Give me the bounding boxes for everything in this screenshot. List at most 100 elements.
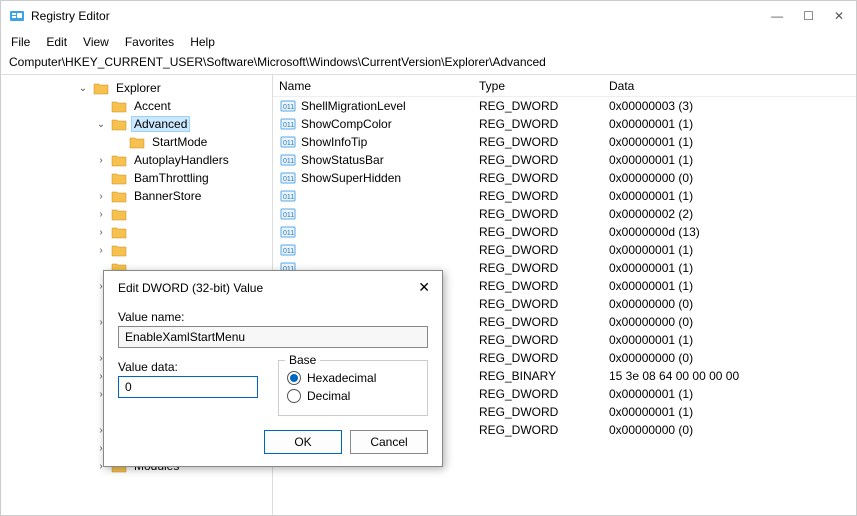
value-name-label: Value name: — [118, 310, 428, 324]
dialog-close-button[interactable]: ✕ — [418, 279, 430, 296]
cancel-button[interactable]: Cancel — [350, 430, 428, 454]
folder-icon — [111, 99, 127, 113]
minimize-button[interactable]: — — [771, 9, 783, 23]
list-row[interactable]: 011REG_DWORD0x0000000d (13) — [273, 223, 856, 241]
menu-view[interactable]: View — [83, 35, 109, 49]
col-data[interactable]: Data — [603, 79, 856, 93]
close-button[interactable]: ✕ — [834, 9, 844, 23]
menu-edit[interactable]: Edit — [46, 35, 67, 49]
expand-icon[interactable]: ⌄ — [77, 83, 89, 94]
folder-icon — [111, 153, 127, 167]
row-type: REG_DWORD — [473, 279, 603, 293]
reg-value-icon: 011 — [279, 135, 297, 149]
folder-icon — [111, 171, 127, 185]
svg-text:011: 011 — [283, 230, 294, 237]
row-data: 0x00000003 (3) — [603, 99, 856, 113]
expand-icon[interactable]: ⌄ — [95, 119, 107, 130]
radio-dec-label: Decimal — [307, 389, 350, 403]
menu-file[interactable]: File — [11, 35, 30, 49]
svg-text:011: 011 — [283, 248, 294, 255]
base-group-label: Base — [285, 353, 320, 367]
row-data: 0x00000001 (1) — [603, 117, 856, 131]
app-icon — [9, 8, 25, 24]
row-type: REG_BINARY — [473, 369, 603, 383]
row-data: 0x00000000 (0) — [603, 315, 856, 329]
value-name-field — [118, 326, 428, 348]
row-data: 0x00000001 (1) — [603, 279, 856, 293]
svg-text:011: 011 — [283, 176, 294, 183]
reg-value-icon: 011 — [279, 117, 297, 131]
row-data: 0x00000001 (1) — [603, 333, 856, 347]
reg-value-icon: 011 — [279, 153, 297, 167]
list-row[interactable]: 011ShowInfoTipREG_DWORD0x00000001 (1) — [273, 133, 856, 151]
radio-decimal[interactable]: Decimal — [287, 389, 419, 403]
tree-item-banner[interactable]: BannerStore — [131, 189, 204, 203]
row-data: 0x00000001 (1) — [603, 189, 856, 203]
row-type: REG_DWORD — [473, 261, 603, 275]
expand-icon[interactable]: › — [95, 155, 107, 166]
list-row[interactable]: 011 REG_DWORD0x00000001 (1) — [273, 187, 856, 205]
row-data: 0x00000001 (1) — [603, 243, 856, 257]
col-name[interactable]: Name — [273, 79, 473, 93]
row-data: 0x00000001 (1) — [603, 135, 856, 149]
address-bar[interactable]: Computer\HKEY_CURRENT_USER\Software\Micr… — [1, 53, 856, 75]
svg-text:011: 011 — [283, 104, 294, 111]
row-type: REG_DWORD — [473, 423, 603, 437]
titlebar[interactable]: Registry Editor — ☐ ✕ — [1, 1, 856, 31]
tree-item-explorer[interactable]: Explorer — [113, 81, 164, 95]
maximize-button[interactable]: ☐ — [803, 9, 814, 23]
menubar: File Edit View Favorites Help — [1, 31, 856, 53]
svg-text:011: 011 — [283, 140, 294, 147]
row-type: REG_DWORD — [473, 387, 603, 401]
row-type: REG_DWORD — [473, 99, 603, 113]
row-type: REG_DWORD — [473, 207, 603, 221]
reg-value-icon: 011 — [279, 189, 297, 203]
list-row[interactable]: 011REG_DWORD0x00000002 (2) — [273, 205, 856, 223]
row-data: 0x00000000 (0) — [603, 171, 856, 185]
row-type: REG_DWORD — [473, 135, 603, 149]
folder-icon — [111, 117, 127, 131]
col-type[interactable]: Type — [473, 79, 603, 93]
row-data: 0x00000000 (0) — [603, 423, 856, 437]
row-name: ShowSuperHidden — [297, 171, 473, 185]
list-row[interactable]: 011ShowSuperHiddenREG_DWORD0x00000000 (0… — [273, 169, 856, 187]
list-row[interactable]: 011ShellMigrationLevelREG_DWORD0x0000000… — [273, 97, 856, 115]
row-type: REG_DWORD — [473, 315, 603, 329]
row-type: REG_DWORD — [473, 243, 603, 257]
reg-value-icon: 011 — [279, 243, 297, 257]
tree-item-accent[interactable]: Accent — [131, 99, 174, 113]
row-name: ShellMigrationLevel — [297, 99, 473, 113]
reg-value-icon: 011 — [279, 225, 297, 239]
ok-button[interactable]: OK — [264, 430, 342, 454]
radio-hex-label: Hexadecimal — [307, 371, 376, 385]
window-title: Registry Editor — [31, 9, 771, 23]
tree-item-advanced[interactable]: Advanced — [131, 116, 190, 132]
expand-icon[interactable]: › — [95, 191, 107, 202]
tree-item-bam[interactable]: BamThrottling — [131, 171, 212, 185]
value-data-field[interactable] — [118, 376, 258, 398]
list-row[interactable]: 011ShowCompColorREG_DWORD0x00000001 (1) — [273, 115, 856, 133]
row-type: REG_DWORD — [473, 351, 603, 365]
row-data: 0x00000001 (1) — [603, 387, 856, 401]
row-type: REG_DWORD — [473, 189, 603, 203]
radio-hexadecimal[interactable]: Hexadecimal — [287, 371, 419, 385]
tree-item-autoplay[interactable]: AutoplayHandlers — [131, 153, 232, 167]
menu-favorites[interactable]: Favorites — [125, 35, 174, 49]
address-text: Computer\HKEY_CURRENT_USER\Software\Micr… — [9, 55, 546, 69]
reg-value-icon: 011 — [279, 207, 297, 221]
dialog-title: Edit DWORD (32-bit) Value — [118, 281, 263, 295]
edit-dword-dialog: Edit DWORD (32-bit) Value ✕ Value name: … — [103, 270, 443, 467]
row-type: REG_DWORD — [473, 405, 603, 419]
svg-text:011: 011 — [283, 158, 294, 165]
row-name: ShowStatusBar — [297, 153, 473, 167]
svg-text:011: 011 — [283, 194, 294, 201]
menu-help[interactable]: Help — [190, 35, 215, 49]
row-type: REG_DWORD — [473, 333, 603, 347]
row-data: 0x00000000 (0) — [603, 351, 856, 365]
folder-icon — [111, 189, 127, 203]
list-row[interactable]: 011 REG_DWORD0x00000001 (1) — [273, 241, 856, 259]
row-data: 0x00000001 (1) — [603, 261, 856, 275]
list-row[interactable]: 011ShowStatusBarREG_DWORD0x00000001 (1) — [273, 151, 856, 169]
tree-item-startmode[interactable]: StartMode — [149, 135, 210, 149]
row-type: REG_DWORD — [473, 171, 603, 185]
